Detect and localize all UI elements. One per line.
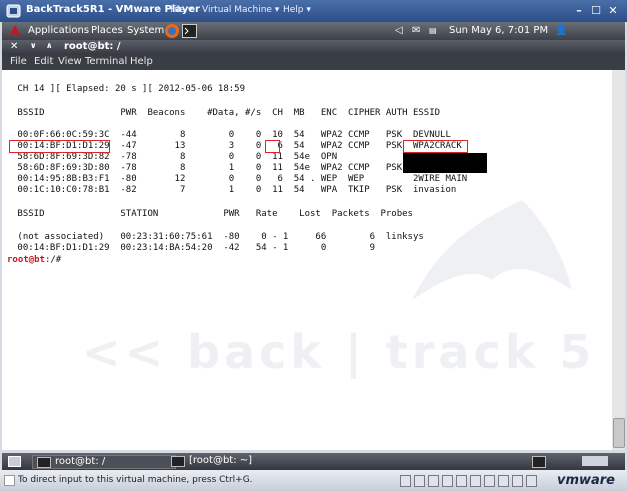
workspace-switcher-icon[interactable] [532, 456, 546, 468]
terminal-line: 58:6D:8F:69:3D:80 -78 8 1 0 11 54e WPA2 … [12, 163, 403, 173]
hdd-icon[interactable] [400, 475, 411, 487]
term-menu-edit[interactable]: Edit [34, 56, 53, 67]
applications-menu[interactable]: Applications [28, 25, 89, 36]
terminal-task-icon [171, 456, 185, 467]
term-menu-help[interactable]: Help [130, 56, 153, 67]
message-icon[interactable] [526, 475, 537, 487]
network-adapter-icon[interactable] [428, 475, 439, 487]
menu-virtual-machine[interactable]: Virtual Machine ▾ [202, 5, 279, 15]
network-icon[interactable]: ▤ [429, 26, 437, 35]
system-menu[interactable]: System [127, 25, 164, 36]
workspace-pager[interactable] [582, 456, 608, 466]
prompt-path: :/# [44, 255, 62, 265]
term-menu-file[interactable]: File [10, 56, 27, 67]
cdrom-icon[interactable] [414, 475, 425, 487]
term-menu-view[interactable]: View [58, 56, 82, 67]
vmware-logo: vmware [556, 473, 615, 488]
gnome-top-panel: Applications Places System ◁ ✉ ▤ Sun May… [2, 22, 625, 40]
terminal-line: BSSID STATION PWR Rate Lost Packets Prob… [12, 209, 413, 219]
close-button[interactable]: ✕ [606, 4, 620, 17]
display-icon[interactable] [512, 475, 523, 487]
minimize-button[interactable]: – [572, 4, 586, 17]
usb-device-icon[interactable] [484, 475, 495, 487]
vmware-app-icon [6, 4, 21, 18]
terminal-maximize-icon[interactable]: ∧ [46, 41, 53, 50]
volume-icon[interactable]: ◁ [395, 25, 403, 36]
status-message: To direct input to this virtual machine,… [18, 475, 253, 485]
terminal-line: 58:6D:8F:69:3D:82 -78 8 0 0 11 54e OPN [12, 152, 338, 162]
sound-icon[interactable] [456, 475, 467, 487]
printer-icon[interactable] [470, 475, 481, 487]
terminal-titlebar: ✕ ∨ ∧ root@bt: / [2, 40, 625, 55]
highlight-essid [403, 140, 468, 153]
terminal-line: (not associated) 00:23:31:60:75:61 -80 0… [12, 232, 424, 242]
highlight-channel [265, 140, 280, 153]
terminal-task-icon [37, 457, 51, 468]
terminal-minimize-icon[interactable]: ∨ [30, 41, 37, 50]
vmware-titlebar: BackTrack5R1 - VMware Player File ▾ Virt… [0, 0, 627, 22]
maximize-button[interactable]: ☐ [589, 4, 603, 17]
terminal-scrollbar[interactable] [612, 70, 625, 450]
menu-help[interactable]: Help ▾ [283, 5, 311, 15]
vmware-statusbar: To direct input to this virtual machine,… [0, 470, 627, 491]
usb-device-icon[interactable] [498, 475, 509, 487]
terminal-line: 00:14:95:8B:B3:F1 -80 12 0 0 6 54 . WEP … [12, 174, 468, 184]
scrollbar-thumb[interactable] [613, 418, 625, 448]
terminal-line: CH 14 ][ Elapsed: 20 s ][ 2012-05-06 18:… [12, 84, 245, 94]
terminal-menubar: File Edit View Terminal Help [2, 55, 625, 70]
show-desktop-icon[interactable] [8, 456, 21, 467]
taskbar-item-root-slash[interactable]: root@bt: / [32, 455, 176, 469]
terminal-title: root@bt: / [64, 41, 121, 52]
terminal-line: 00:1C:10:C0:78:B1 -82 7 1 0 11 54 WPA TK… [12, 185, 457, 195]
taskbar-item-root-home[interactable]: [root@bt: ~] [167, 455, 369, 467]
menu-file[interactable]: File ▾ [170, 5, 192, 15]
terminal-close-icon[interactable]: ✕ [10, 41, 18, 52]
highlight-bssid [9, 140, 110, 153]
input-hint-icon [4, 475, 15, 486]
firefox-icon[interactable] [164, 23, 180, 39]
gnome-bottom-panel: root@bt: / [root@bt: ~] [2, 453, 625, 470]
places-menu[interactable]: Places [91, 25, 123, 36]
terminal-line: BSSID PWR Beacons #Data, #/s CH MB ENC C… [12, 108, 441, 118]
terminal-output[interactable]: << back | track 5 CH 14 ][ Elapsed: 20 s… [2, 70, 612, 450]
prompt-user: root@bt [7, 255, 45, 265]
terminal-line: 00:14:BF:D1:D1:29 00:23:14:BA:54:20 -42 … [12, 243, 376, 253]
terminal-launcher-icon[interactable] [182, 24, 197, 38]
shell-prompt[interactable]: root@bt:/# [7, 255, 61, 265]
user-icon[interactable]: 👤 [555, 25, 567, 36]
mail-icon[interactable]: ✉ [412, 25, 420, 36]
term-menu-terminal[interactable]: Terminal [85, 56, 127, 67]
clock[interactable]: Sun May 6, 7:01 PM [449, 25, 548, 36]
backtrack-dragon-icon[interactable] [7, 23, 23, 39]
backtrack-dragon-watermark-icon [412, 200, 572, 300]
redaction-box [403, 153, 487, 173]
terminal-line: 00:0F:66:0C:59:3C -44 8 0 0 10 54 WPA2 C… [12, 130, 451, 140]
backtrack-logo-watermark: << back | track 5 [82, 325, 596, 379]
usb-icon[interactable] [442, 475, 453, 487]
